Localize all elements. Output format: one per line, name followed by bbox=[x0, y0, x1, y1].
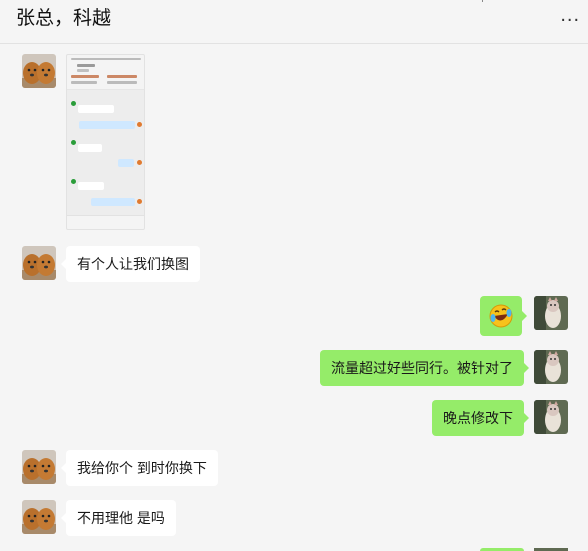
dogs-avatar-icon bbox=[22, 500, 56, 534]
header-divider-mark bbox=[482, 0, 483, 2]
laugh-cry-emoji-icon bbox=[489, 304, 513, 328]
message-bubble[interactable]: 流量超过好些同行。被针对了 bbox=[320, 350, 529, 386]
message-emoji-bubble[interactable] bbox=[480, 296, 527, 336]
contact-avatar[interactable] bbox=[22, 54, 56, 88]
thumbnail-header bbox=[67, 55, 144, 90]
message-bubble[interactable]: 晚点修改下 bbox=[432, 400, 529, 436]
contact-avatar[interactable] bbox=[22, 450, 56, 484]
message-bubble[interactable]: 有个人让我们换图 bbox=[61, 246, 200, 282]
self-avatar[interactable] bbox=[534, 400, 568, 434]
contact-avatar[interactable] bbox=[22, 500, 56, 534]
contact-avatar[interactable] bbox=[22, 246, 56, 280]
cat-avatar-icon bbox=[534, 350, 568, 384]
cat-avatar-icon bbox=[534, 400, 568, 434]
self-avatar[interactable] bbox=[534, 296, 568, 330]
dogs-avatar-icon bbox=[22, 246, 56, 280]
thumbnail-input-bar bbox=[67, 215, 144, 229]
more-options-button[interactable]: ... bbox=[560, 4, 580, 27]
message-bubble[interactable]: 我给你个 到时你换下 bbox=[61, 450, 218, 486]
chat-title: 张总，科越 bbox=[16, 8, 112, 29]
cat-avatar-icon bbox=[534, 296, 568, 330]
dogs-avatar-icon bbox=[22, 54, 56, 88]
chat-header: 张总，科越 ... bbox=[0, 0, 588, 44]
message-bubble[interactable]: 不用理他 是吗 bbox=[61, 500, 176, 536]
message-image-thumbnail[interactable] bbox=[66, 54, 145, 230]
self-avatar[interactable] bbox=[534, 350, 568, 384]
dogs-avatar-icon bbox=[22, 450, 56, 484]
